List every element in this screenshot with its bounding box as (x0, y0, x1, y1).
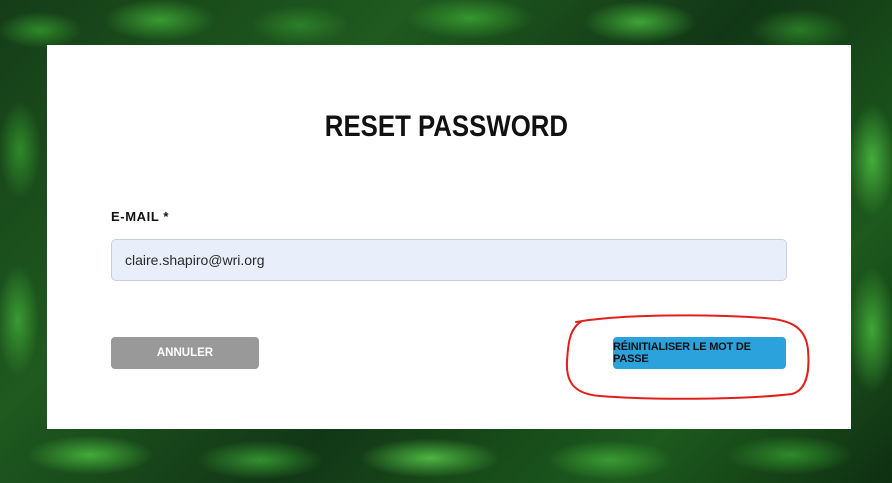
page-title: RESET PASSWORD (324, 110, 569, 143)
email-label: E-MAIL * (111, 209, 170, 224)
cancel-button-label: ANNULER (156, 347, 214, 359)
cancel-button[interactable]: ANNULER (111, 337, 259, 369)
email-field[interactable] (111, 239, 787, 281)
reset-password-button[interactable]: RÉINITIALISER LE MOT DE PASSE (613, 337, 786, 369)
reset-password-card (47, 45, 851, 429)
reset-password-button-label: RÉINITIALISER LE MOT DE PASSE (613, 341, 751, 365)
